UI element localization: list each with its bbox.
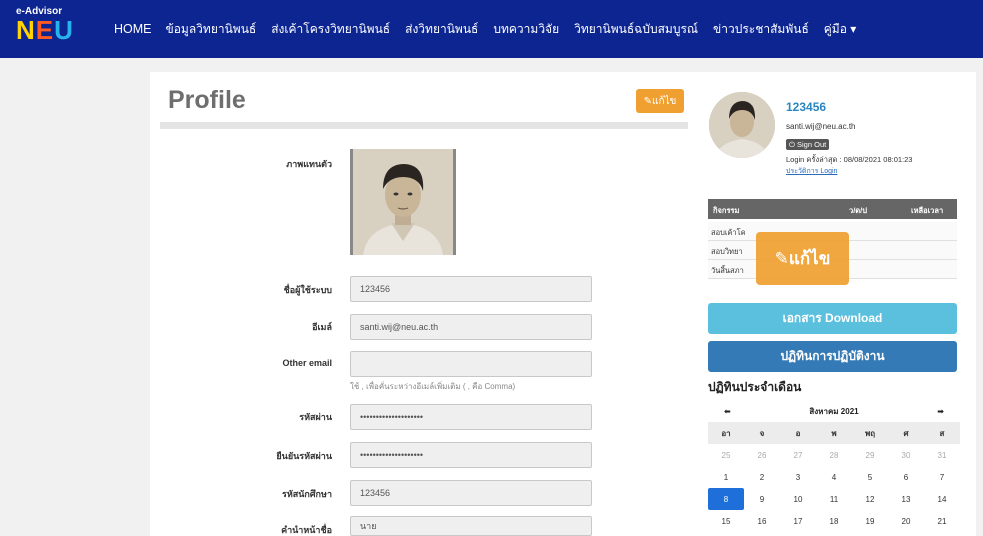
top-navbar: e-Advisor NEU HOME ข้อมูลวิทยานิพนธ์ ส่ง… (0, 0, 983, 58)
calendar-week-row: 15 16 17 18 19 20 21 (708, 510, 960, 532)
calendar-day[interactable]: 9 (744, 488, 780, 510)
confirm-password-field[interactable]: •••••••••••••••••••• (350, 442, 592, 468)
user-email: santi.wij@neu.ac.th (786, 122, 856, 131)
user-avatar (709, 92, 775, 158)
calendar-day[interactable]: 7 (924, 466, 960, 488)
col-date: ว/ด/ป (849, 206, 868, 215)
work-calendar-button[interactable]: ปฏิทินการปฏิบัติงาน (708, 341, 957, 372)
calendar-day[interactable]: 10 (780, 488, 816, 510)
calendar-day[interactable]: 21 (924, 510, 960, 532)
calendar-day[interactable]: 29 (852, 444, 888, 466)
other-email-label: Other email (282, 358, 332, 368)
calendar-day[interactable]: 15 (708, 510, 744, 532)
calendar-day[interactable]: 19 (852, 510, 888, 532)
weekday-label: พ (831, 428, 837, 438)
weekday-label: ศ (903, 428, 909, 438)
sign-out-button[interactable]: ⏻ Sign Out (786, 139, 830, 150)
profile-photo[interactable] (350, 149, 456, 255)
calendar-day[interactable]: 14 (924, 488, 960, 510)
calendar-day[interactable]: 3 (780, 466, 816, 488)
calendar-day[interactable]: 28 (816, 444, 852, 466)
calendar-weekday-row: อา จ อ พ พฤ ศ ส (708, 422, 960, 444)
calendar-day[interactable]: 12 (852, 488, 888, 510)
calendar-day[interactable]: 26 (744, 444, 780, 466)
calendar-day[interactable]: 13 (888, 488, 924, 510)
brand-logo[interactable]: e-Advisor NEU (16, 7, 74, 45)
calendar-day[interactable]: 2 (744, 466, 780, 488)
last-login-text: Login ครั้งล่าสุด : 08/08/2021 08:01:23 (786, 155, 913, 164)
nav-home[interactable]: HOME (114, 22, 152, 36)
next-month-icon[interactable]: ➡ (937, 407, 944, 416)
calendar-day[interactable]: 17 (780, 510, 816, 532)
calendar-title: ปฏิทินประจำเดือน (708, 380, 802, 394)
student-id-label: รหัสนักศึกษา (281, 489, 332, 499)
calendar-header: ⬅ สิงหาคม 2021 ➡ (708, 400, 960, 422)
calendar-month-label: สิงหาคม 2021 (809, 406, 859, 416)
calendar-day[interactable]: 31 (924, 444, 960, 466)
calendar-week-row: 8 9 10 11 12 13 14 (708, 488, 960, 510)
user-name: 123456 (786, 100, 827, 114)
brand-neu: NEU (16, 15, 74, 45)
calendar-day[interactable]: 6 (888, 466, 924, 488)
calendar-day[interactable]: 1 (708, 466, 744, 488)
page-title: Profile (168, 86, 246, 114)
prefix-select[interactable]: นาย (350, 516, 592, 536)
calendar-day[interactable]: 11 (816, 488, 852, 510)
calendar-day[interactable]: 27 (780, 444, 816, 466)
weekday-label: อ (795, 428, 801, 438)
col-activity: กิจกรรม (713, 206, 740, 215)
nav-thesis-info[interactable]: ข้อมูลวิทยานิพนธ์ (166, 20, 257, 39)
nav-manual-dropdown[interactable]: คู่มือ ▾ (824, 20, 857, 39)
username-field[interactable]: 123456 (350, 276, 592, 302)
calendar-day[interactable]: 18 (816, 510, 852, 532)
calendar-day[interactable]: 16 (744, 510, 780, 532)
email-field[interactable]: santi.wij@neu.ac.th (350, 314, 592, 340)
username-label: ชื่อผู้ใช้ระบบ (283, 285, 332, 295)
nav-submit-proposal[interactable]: ส่งเค้าโครงวิทยานิพนธ์ (271, 20, 390, 39)
prev-month-icon[interactable]: ⬅ (724, 407, 731, 416)
prefix-label: คำนำหน้าชื่อ (281, 525, 332, 535)
weekday-label: อา (721, 428, 731, 438)
calendar-day-today[interactable]: 8 (708, 488, 744, 510)
main-nav: HOME ข้อมูลวิทยานิพนธ์ ส่งเค้าโครงวิทยาน… (114, 0, 871, 58)
photo-label: ภาพแทนตัว (286, 159, 332, 169)
confirm-password-label: ยืนยันรหัสผ่าน (276, 451, 332, 461)
password-field[interactable]: •••••••••••••••••••• (350, 404, 592, 430)
calendar-day[interactable]: 20 (888, 510, 924, 532)
nav-submit-thesis[interactable]: ส่งวิทยานิพนธ์ (405, 20, 478, 39)
floating-edit-button[interactable]: ✎แก้ไข (756, 232, 849, 285)
portrait-image (353, 149, 453, 255)
calendar-day[interactable]: 25 (708, 444, 744, 466)
student-id-field[interactable]: 123456 (350, 480, 592, 506)
calendar-day[interactable]: 30 (888, 444, 924, 466)
password-label: รหัสผ่าน (299, 412, 332, 422)
activity-table-header: กิจกรรม ว/ด/ป เหลือเวลา (708, 199, 957, 219)
month-calendar: ⬅ สิงหาคม 2021 ➡ อา จ อ พ พฤ ศ ส 25 26 2… (708, 400, 960, 532)
other-email-field[interactable] (350, 351, 592, 377)
calendar-day[interactable]: 4 (816, 466, 852, 488)
other-email-hint: ใช้ , เพื่อคั่นระหว่างอีเมล์เพิ่มเติม ( … (350, 382, 516, 391)
col-remaining: เหลือเวลา (911, 206, 944, 215)
email-label: อีเมล์ (312, 322, 332, 332)
nav-news[interactable]: ข่าวประชาสัมพันธ์ (713, 20, 809, 39)
weekday-label: พฤ (864, 428, 876, 438)
calendar-week-row: 25 26 27 28 29 30 31 (708, 444, 960, 466)
avatar-image (709, 92, 775, 158)
login-history-link[interactable]: ประวัติการ Login (786, 166, 837, 177)
calendar-week-row: 1 2 3 4 5 6 7 (708, 466, 960, 488)
nav-research-article[interactable]: บทความวิจัย (493, 20, 559, 39)
weekday-label: จ (759, 428, 765, 438)
nav-final-thesis[interactable]: วิทยานิพนธ์ฉบับสมบูรณ์ (574, 20, 698, 39)
title-divider (160, 122, 688, 129)
download-documents-button[interactable]: เอกสาร Download (708, 303, 957, 334)
weekday-label: ส (939, 428, 945, 438)
calendar-day[interactable]: 5 (852, 466, 888, 488)
edit-profile-button[interactable]: ✎แก้ไข (636, 89, 684, 113)
